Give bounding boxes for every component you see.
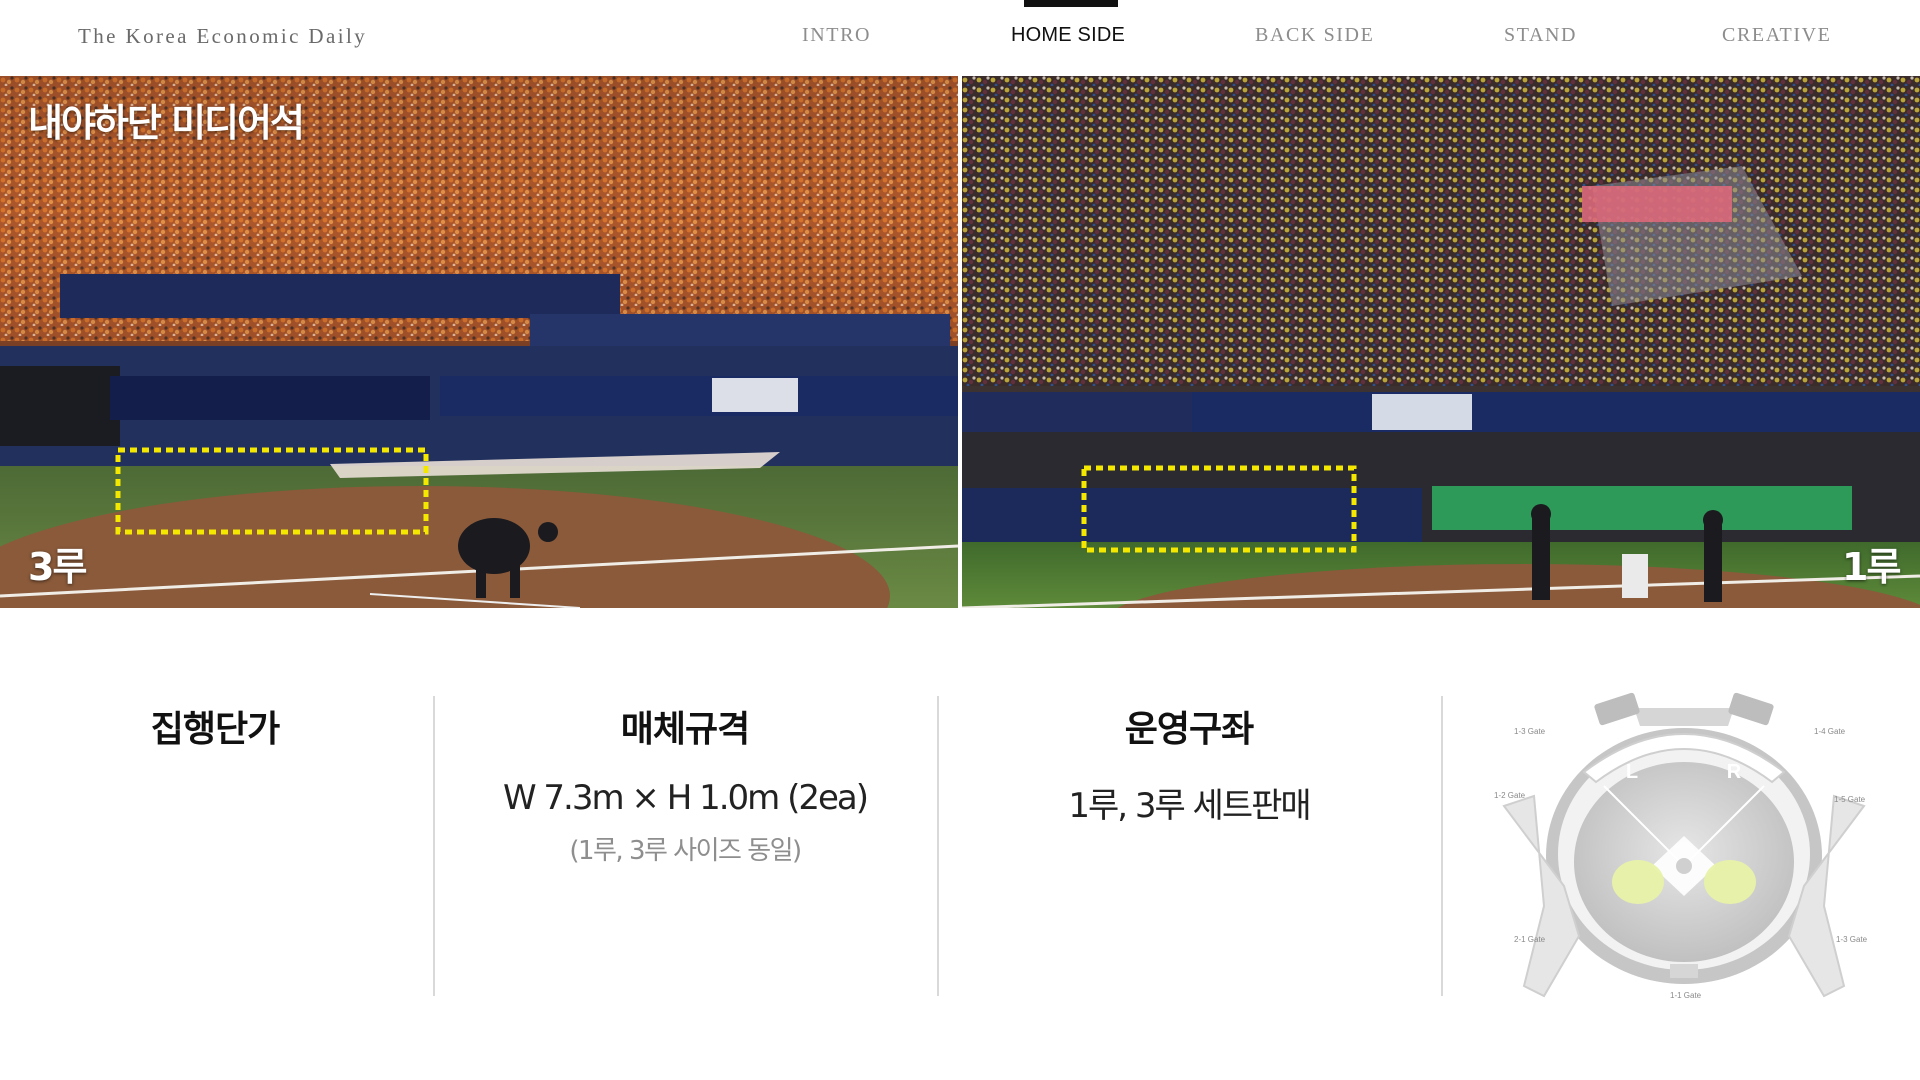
column-divider [433,696,435,996]
operation-title: 운영구좌 [1124,709,1254,750]
stadium-seat-map: L R 1-3 Gate 1-4 Gate 1-2 Gate 1-5 Gate … [1484,686,1884,1022]
nav-creative[interactable]: CREATIVE [1722,24,1831,47]
first-base-photo: 1루 [962,76,1920,608]
nav-intro[interactable]: INTRO [802,24,871,47]
spec-title: 매체규격 [620,709,750,750]
first-base-label: 1루 [1842,545,1901,589]
nav-stand[interactable]: STAND [1504,24,1577,47]
stadium-map-icon: L R 1-3 Gate 1-4 Gate 1-2 Gate 1-5 Gate … [1494,692,1868,1000]
gate-label: 1-5 Gate [1834,795,1866,804]
spec-note: (1루, 3루 사이즈 동일) [569,836,802,866]
third-base-highlight [1612,860,1664,904]
spec-column: 매체규격 W 7.3m × H 1.0m (2ea) (1루, 3루 사이즈 동… [440,700,930,867]
column-divider [1441,696,1443,996]
column-divider [937,696,939,996]
top-header: The Korea Economic Daily INTRO HOME SIDE… [0,0,1920,76]
third-base-stadium-image [0,76,958,608]
nav-home-side[interactable]: HOME SIDE [1011,24,1125,47]
right-field-letter: R [1727,761,1742,783]
operation-column: 운영구좌 1루, 3루 세트판매 [944,700,1434,827]
gate-label: 1-2 Gate [1494,791,1526,800]
brand-logo-text[interactable]: The Korea Economic Daily [78,24,367,49]
gate-label: 2-1 Gate [1514,935,1546,944]
spec-value: W 7.3m × H 1.0m (2ea) [502,778,869,818]
third-base-photo: 내야하단 미디어석 3루 [0,76,958,608]
price-title: 집행단가 [150,709,280,750]
third-base-label: 3루 [28,545,87,589]
nav-back-side[interactable]: BACK SIDE [1255,24,1374,47]
gate-label: 1-4 Gate [1814,727,1846,736]
gate-label: 1-3 Gate [1836,935,1868,944]
price-column: 집행단가 [80,700,350,752]
gate-label: 1-1 Gate [1670,991,1702,1000]
left-field-letter: L [1626,761,1638,783]
first-base-stadium-image [962,76,1920,608]
first-base-highlight [1704,860,1756,904]
section-title: 내야하단 미디어석 [28,101,305,145]
gate-label: 1-3 Gate [1514,727,1546,736]
active-tab-indicator [1024,0,1118,7]
operation-value: 1루, 3루 세트판매 [1068,786,1311,826]
